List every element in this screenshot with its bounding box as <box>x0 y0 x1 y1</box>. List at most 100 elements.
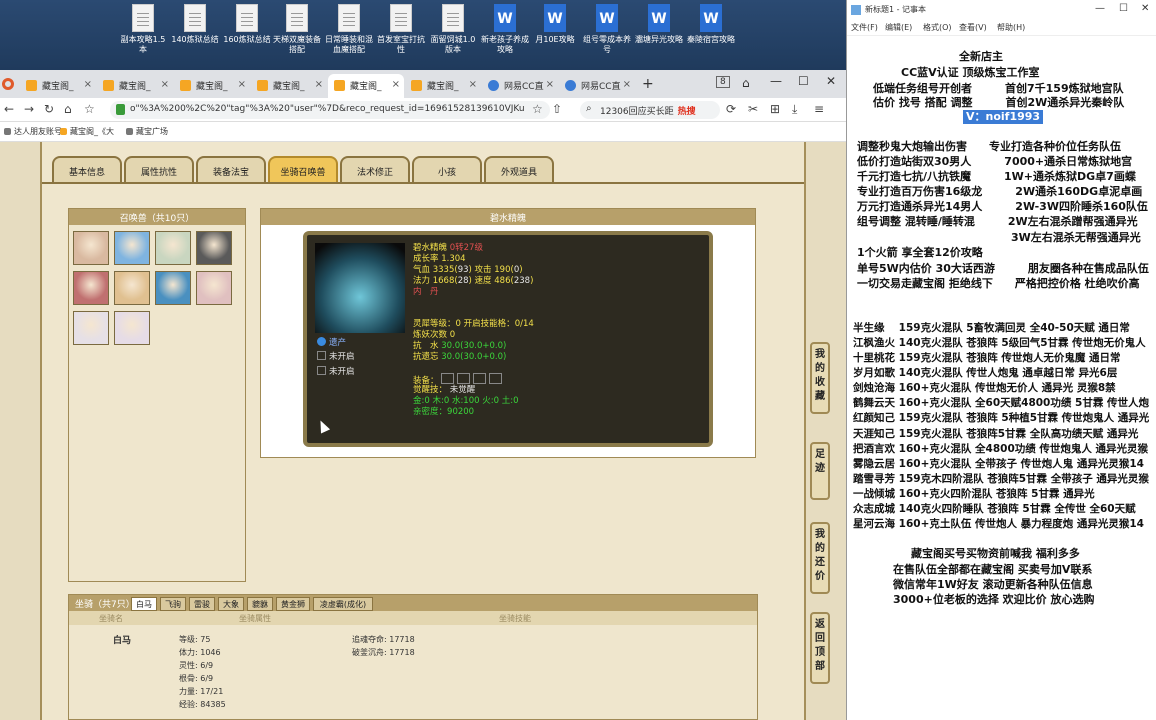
notepad-menu-item[interactable]: 格式(O) <box>923 22 952 33</box>
maximize-icon[interactable]: ☐ <box>1119 3 1128 14</box>
mount-tab[interactable]: 飞驹 <box>160 597 186 611</box>
sync-icon[interactable]: ⟳ <box>726 102 736 116</box>
tab-close-icon[interactable]: × <box>84 79 92 90</box>
notepad-menu-item[interactable]: 帮助(H) <box>997 22 1025 33</box>
cut-icon[interactable]: ✂ <box>748 102 758 116</box>
text-line: 千元打造七抗/八抗铁魔 1W+通杀炼狱DG卓7画蝶 <box>857 170 1136 183</box>
desktop-icon[interactable]: W 月10E攻略 <box>530 4 580 45</box>
minimize-icon[interactable]: — <box>1095 3 1105 14</box>
desktop-icon[interactable]: W 秦陵宿宫攻略 <box>686 4 736 45</box>
side-button[interactable]: 我的还价 <box>810 522 830 594</box>
tab-close-icon[interactable]: × <box>469 79 477 90</box>
close-icon[interactable]: ✕ <box>1141 3 1149 14</box>
desktop-icon[interactable]: W 组号零成本养号 <box>582 4 632 55</box>
game-tab[interactable]: 属性抗性 <box>124 156 194 182</box>
notepad-text[interactable]: 全新店主 CC蓝V认证 顶级炼宝工作室 低端任务组号开创者 首创7千159炼狱地宫队… <box>847 40 1156 720</box>
window-close-icon[interactable]: ✕ <box>826 74 836 88</box>
browser-tab[interactable]: 藏宝阁_ × <box>97 74 173 98</box>
star-icon[interactable]: ☆ <box>84 102 95 116</box>
equip-slot-2[interactable] <box>457 373 471 384</box>
window-maximize-icon[interactable]: ☐ <box>798 74 809 88</box>
skill-slot-1[interactable]: 遗产 <box>329 338 346 348</box>
browser-logo-icon[interactable] <box>2 78 14 90</box>
soul-label: 灵犀等级 <box>413 319 448 329</box>
pet-avatar[interactable] <box>73 231 109 265</box>
pet-avatar[interactable] <box>114 311 150 345</box>
side-button[interactable]: 足迹 <box>810 442 830 500</box>
download-icon[interactable]: ⤓ <box>792 102 797 117</box>
desktop-icon[interactable]: W 灞塘异光攻略 <box>634 4 684 45</box>
notepad-menu-item[interactable]: 编辑(E) <box>885 22 912 33</box>
browser-tab[interactable]: 藏宝阁_ × <box>251 74 327 98</box>
browser-tab[interactable]: 网易CC直 × <box>482 74 558 98</box>
menu-icon[interactable]: ≡ <box>814 102 824 116</box>
pet-avatar[interactable] <box>73 311 109 345</box>
side-button[interactable]: 返回顶部 <box>810 612 830 684</box>
search-box[interactable]: ⌕ 12306回应买长距 热搜 <box>580 101 720 119</box>
notepad-menu-item[interactable]: 文件(F) <box>851 22 878 33</box>
back-icon[interactable]: ← <box>4 102 14 116</box>
desktop-icon[interactable]: W 新老孩子养成攻略 <box>480 4 530 55</box>
browser-tab[interactable]: 网易CC直 × <box>559 74 635 98</box>
tab-close-icon[interactable]: × <box>392 79 400 90</box>
notepad-menu-item[interactable]: 查看(V) <box>959 22 987 33</box>
bookmark-item[interactable]: 藏宝阁_《大 <box>70 126 114 137</box>
tab-count-badge[interactable]: 8 <box>716 76 730 88</box>
mount-tab[interactable]: 貔貅 <box>247 597 273 611</box>
tab-close-icon[interactable]: × <box>315 79 323 90</box>
bookmark-item[interactable]: 藏宝广场 <box>136 126 168 137</box>
desktop-icon[interactable]: 首发室宝打抗性 <box>376 4 426 55</box>
mount-tab[interactable]: 白马 <box>131 597 157 611</box>
text-line: 雾隐云居 160+克火混队 全带孩子 传世炮人鬼 通异光灵猴14 <box>853 458 1144 470</box>
tab-close-icon[interactable]: × <box>546 79 554 90</box>
skill-slot-2[interactable]: 未开启 <box>329 352 355 362</box>
reload-icon[interactable]: ↻ <box>44 102 54 116</box>
browser-tab[interactable]: 藏宝阁_ × <box>20 74 96 98</box>
skill-slot-3[interactable]: 未开启 <box>329 367 355 377</box>
url-field[interactable]: o"%3A%200%2C%20"tag"%3A%20"user"%7D&reco… <box>110 101 550 119</box>
pet-avatar[interactable] <box>155 271 191 305</box>
game-tab[interactable]: 基本信息 <box>52 156 122 182</box>
game-tab[interactable]: 坐骑召唤兽 <box>268 156 338 182</box>
browser-tab[interactable]: 藏宝阁_ × <box>174 74 250 98</box>
bookmark-star-icon[interactable]: ☆ <box>532 102 543 116</box>
tab-search-icon[interactable]: ⌂ <box>742 76 750 90</box>
desktop-icon[interactable]: 140炼狱总结 <box>170 4 220 45</box>
side-button[interactable]: 我的收藏 <box>810 342 830 414</box>
desktop-icon[interactable]: 160炼狱总结 <box>222 4 272 45</box>
text-line: 十里桃花 159克火混队 苍狼阵 传世炮人无价鬼魔 通日常 <box>853 352 1121 364</box>
pet-avatar[interactable] <box>73 271 109 305</box>
pet-avatar[interactable] <box>155 231 191 265</box>
forward-icon[interactable]: → <box>24 102 34 116</box>
tab-close-icon[interactable]: × <box>238 79 246 90</box>
desktop-icon[interactable]: 日常睡装和混血魔搭配 <box>324 4 374 55</box>
window-minimize-icon[interactable]: — <box>770 74 782 88</box>
new-tab-button[interactable]: + <box>642 76 654 92</box>
game-tab[interactable]: 法术修正 <box>340 156 410 182</box>
mount-tab[interactable]: 雷骏 <box>189 597 215 611</box>
desktop-icon[interactable]: 面留饲城1.0版本 <box>428 4 478 55</box>
apps-icon[interactable]: ⊞ <box>770 102 780 116</box>
bookmark-item[interactable]: 达人朋友账号 <box>14 126 62 137</box>
browser-tab[interactable]: 藏宝阁_ × <box>328 74 404 98</box>
pet-avatar[interactable] <box>196 231 232 265</box>
tab-close-icon[interactable]: × <box>161 79 169 90</box>
desktop-icon[interactable]: 天梯双魔装备搭配 <box>272 4 322 55</box>
mount-tab[interactable]: 凌虚霸(成化) <box>313 597 373 611</box>
equip-slot-3[interactable] <box>473 373 487 384</box>
share-icon[interactable]: ⇧ <box>552 102 562 116</box>
equip-slot-4[interactable] <box>489 373 503 384</box>
pet-avatar[interactable] <box>114 271 150 305</box>
game-tab[interactable]: 装备法宝 <box>196 156 266 182</box>
desktop-icon[interactable]: 副本攻略1.5本 <box>118 4 168 55</box>
browser-tab[interactable]: 藏宝阁_ × <box>405 74 481 98</box>
pet-avatar[interactable] <box>196 271 232 305</box>
mount-tab[interactable]: 黄金狮 <box>276 597 310 611</box>
game-tab[interactable]: 小孩 <box>412 156 482 182</box>
tab-close-icon[interactable]: × <box>623 79 631 90</box>
pet-avatar[interactable] <box>114 231 150 265</box>
mount-tab[interactable]: 大象 <box>218 597 244 611</box>
home-icon[interactable]: ⌂ <box>64 102 72 116</box>
equip-slot-1[interactable] <box>441 373 455 384</box>
game-tab[interactable]: 外观道具 <box>484 156 554 182</box>
